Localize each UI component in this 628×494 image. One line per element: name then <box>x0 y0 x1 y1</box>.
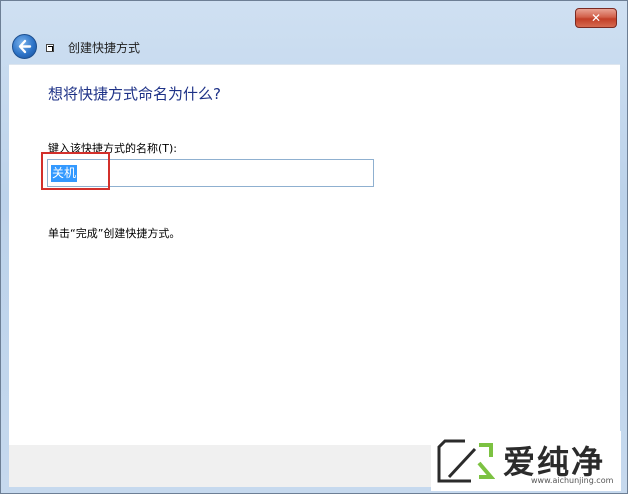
annotation-highlight-box <box>41 152 110 190</box>
create-shortcut-window: ✕ 创建快捷方式 想将快捷方式命名为什么? 键入该快捷方式的名称(T): 关机 … <box>0 0 628 494</box>
watermark-url: www.aichunjing.com <box>531 476 614 485</box>
wizard-title: 创建快捷方式 <box>68 41 141 55</box>
shortcut-icon <box>46 44 54 52</box>
watermark: 爱纯净 www.aichunjing.com <box>431 431 621 491</box>
back-button[interactable] <box>12 34 37 59</box>
back-arrow-icon <box>18 39 32 54</box>
watermark-logo-icon <box>437 439 495 483</box>
close-button[interactable]: ✕ <box>575 8 617 28</box>
instruction-text: 单击“完成”创建快捷方式。 <box>48 227 181 240</box>
wizard-header: 创建快捷方式 <box>9 31 621 63</box>
page-heading: 想将快捷方式命名为什么? <box>48 85 221 103</box>
wizard-content: 想将快捷方式命名为什么? 键入该快捷方式的名称(T): 关机 单击“完成”创建快… <box>9 64 620 446</box>
